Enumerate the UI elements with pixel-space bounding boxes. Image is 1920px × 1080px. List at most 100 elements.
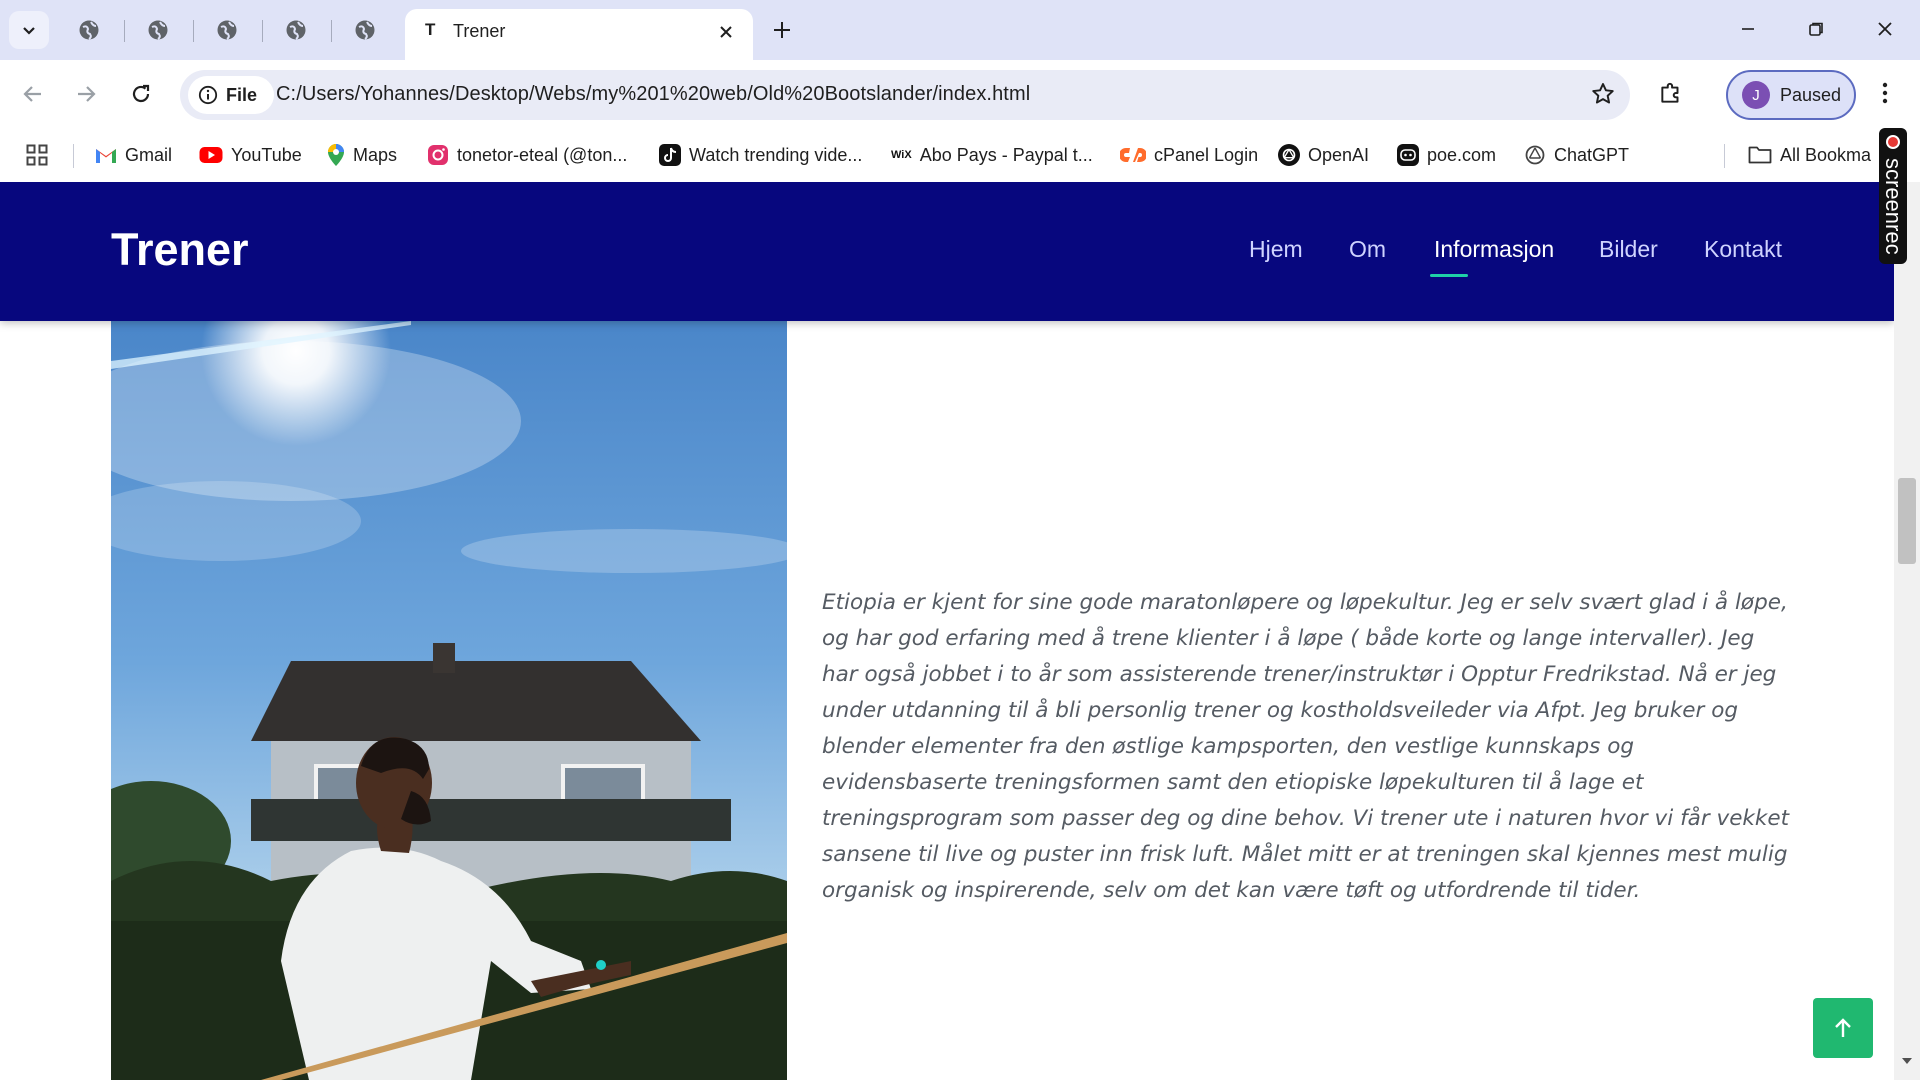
apps-button[interactable] [26,140,48,170]
nav-link-informasjon[interactable]: Informasjon [1434,236,1554,263]
restore-icon [1809,22,1823,36]
minimize-button[interactable] [1718,8,1778,50]
nav-link-om[interactable]: Om [1349,236,1386,263]
url-text[interactable]: C:/Users/Yohannes/Desktop/Webs/my%201%20… [276,83,1030,106]
bookmark-cpanel[interactable]: cPanel Login [1120,140,1258,170]
bookmark-label: OpenAI [1308,144,1370,165]
apps-grid-icon [26,144,48,166]
forward-button[interactable] [66,74,106,114]
folder-icon [1748,146,1772,164]
gmail-icon [96,149,116,163]
bookmark-openai[interactable]: OpenAI [1278,140,1369,170]
plus-icon [774,22,790,38]
bookmark-label: Gmail [125,144,173,165]
bookmark-label: YouTube [231,144,302,165]
bookmark-label: Abo Pays - Paypal t... [919,144,1093,165]
star-icon [1592,83,1614,104]
tab-globe-5[interactable] [343,12,387,48]
browser-menu-button[interactable] [1870,73,1900,113]
bookmark-label: poe.com [1427,144,1497,165]
active-tab[interactable]: T Trener [405,9,753,60]
close-window-button[interactable] [1855,8,1915,50]
bookmark-tiktok[interactable]: Watch trending vide... [659,140,862,170]
close-tab-button[interactable] [713,19,739,45]
site-header: Trener Hjem Om Informasjon Bilder Kontak… [0,182,1894,321]
bookmark-label: Maps [353,144,398,165]
maps-icon [328,144,344,166]
back-button[interactable] [13,74,53,114]
globe-icon [79,20,99,40]
bookmark-maps[interactable]: Maps [327,140,397,170]
reload-icon [132,84,150,103]
profile-status: Paused [1780,84,1842,105]
wix-icon: WiX [891,149,912,161]
nav-link-bilder[interactable]: Bilder [1599,236,1658,263]
tab-globe-1[interactable] [67,12,111,48]
bookmark-gmail[interactable]: Gmail [95,140,172,170]
tab-globe-3[interactable] [205,12,249,48]
file-chip-label: File [226,84,258,105]
minimize-icon [1742,28,1754,30]
page-scrollbar[interactable] [1894,182,1920,1080]
reload-button[interactable] [121,74,161,114]
globe-icon [148,20,168,40]
site-logo[interactable]: Trener [111,224,249,276]
arrow-right-icon [78,86,96,102]
trainer-photo [111,321,787,1080]
scroll-down-arrow-icon[interactable] [1902,1058,1912,1064]
new-tab-button[interactable] [764,12,800,48]
tab-globe-2[interactable] [136,12,180,48]
bookmark-label: tonetor-eteal (@ton... [457,144,628,165]
openai-icon [1278,144,1300,166]
bookmark-label: Watch trending vide... [689,144,863,165]
more-vert-icon [1882,82,1888,104]
screenrec-label: screenrec [1881,158,1906,255]
arrow-left-icon [23,86,41,102]
scrollbar-thumb[interactable] [1898,478,1916,564]
browser-toolbar: File C:/Users/Yohannes/Desktop/Webs/my%2… [0,60,1920,188]
nav-link-hjem[interactable]: Hjem [1249,236,1303,263]
avatar: J [1742,81,1770,109]
close-icon [1878,22,1892,36]
bookmark-wix[interactable]: WiX Abo Pays - Paypal t... [891,140,1093,170]
nav-link-kontakt[interactable]: Kontakt [1704,236,1782,263]
record-dot-icon [1886,135,1900,149]
bookmark-youtube[interactable]: YouTube [199,140,302,170]
tab-title: Trener [453,21,506,41]
bookmark-poe[interactable]: poe.com [1397,140,1496,170]
site-info-chip[interactable]: File [188,76,274,114]
bio-paragraph: Etiopia er kjent for sine gode maratonlø… [822,590,1789,903]
tab-search-button[interactable] [9,11,49,49]
bookmark-star-button[interactable] [1590,81,1616,112]
all-bookmarks-label: All Bookma [1780,144,1872,165]
tab-globe-4[interactable] [274,12,318,48]
poe-icon [1397,144,1419,166]
bookmark-instagram[interactable]: tonetor-eteal (@ton... [427,140,627,170]
cpanel-icon [1120,148,1146,162]
screenrec-widget[interactable]: screenrec [1879,128,1907,264]
puzzle-icon [1661,82,1679,103]
extensions-button[interactable] [1651,73,1691,113]
globe-icon [217,20,237,40]
globe-icon [355,20,375,40]
bookmark-chatgpt[interactable]: ChatGPT [1524,140,1629,170]
bookmarks-bar: Gmail YouTube Maps tonetor-eteal (@ton..… [0,132,1920,176]
web-page: Trener Hjem Om Informasjon Bilder Kontak… [0,182,1894,1080]
back-to-top-button[interactable] [1813,998,1873,1058]
chevron-down-icon [23,27,35,35]
restore-button[interactable] [1786,8,1846,50]
arrow-up-icon [1835,1018,1851,1037]
tab-favicon: T [425,20,436,39]
all-bookmarks-button[interactable]: All Bookma [1748,140,1871,170]
tab-strip: T Trener [0,0,1920,60]
info-icon [198,85,218,105]
active-nav-indicator [1430,274,1468,277]
instagram-icon [428,145,448,165]
youtube-icon [199,147,223,163]
globe-icon [286,20,306,40]
bookmark-label: cPanel Login [1154,144,1259,165]
bookmark-label: ChatGPT [1554,144,1630,165]
profile-button[interactable]: J Paused [1726,70,1856,120]
address-bar[interactable]: File C:/Users/Yohannes/Desktop/Webs/my%2… [180,70,1630,120]
tiktok-icon [659,144,681,166]
